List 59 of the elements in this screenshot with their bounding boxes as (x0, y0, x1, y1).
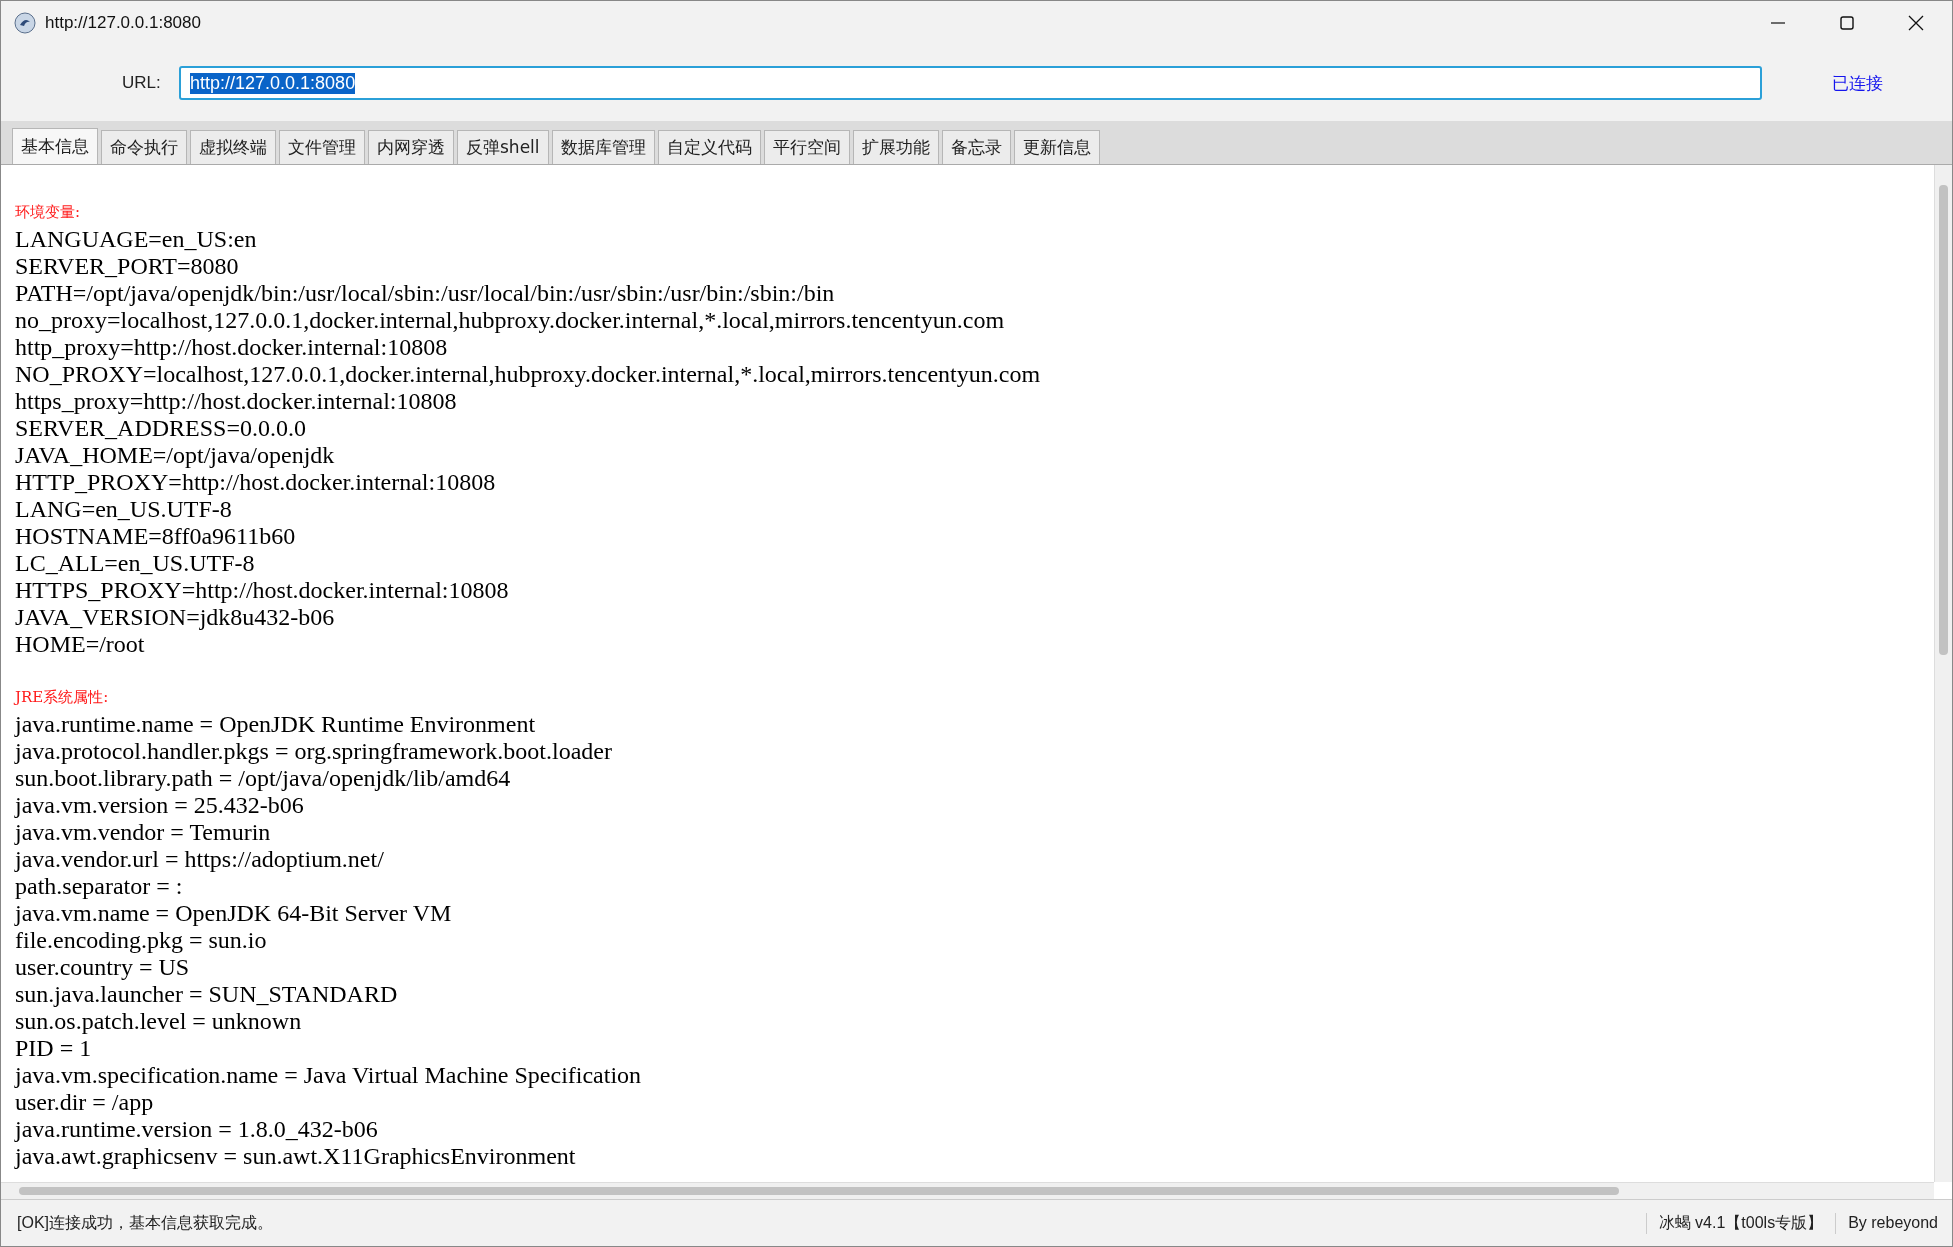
tab[interactable]: 平行空间 (763, 130, 850, 164)
info-line: NO_PROXY=localhost,127.0.0.1,docker.internal,hubproxy.docker.internal,*.local,mirrors.tencentyun.com (15, 361, 1042, 388)
tab[interactable]: 文件管理 (279, 130, 365, 164)
tab[interactable]: 自定义代码 (657, 130, 761, 164)
tab[interactable]: 命令执行 (101, 130, 187, 164)
tab[interactable]: 基本信息 (12, 128, 98, 164)
info-line: java.vendor.url = https://adoptium.net/ (15, 846, 385, 873)
info-line: java.runtime.version = 1.8.0_432-b06 (15, 1116, 379, 1143)
tab[interactable]: 内网穿透 (368, 130, 454, 164)
vertical-scrollbar[interactable] (1934, 165, 1952, 1182)
info-line: LANGUAGE=en_US:en (15, 226, 258, 253)
info-line: sun.boot.library.path = /opt/java/openjdk/lib/amd64 (15, 765, 512, 792)
info-line: HOSTNAME=8ff0a9611b60 (15, 523, 297, 550)
info-line: user.country = US (15, 954, 191, 981)
url-label: URL: (122, 73, 162, 93)
info-line: http_proxy=http://host.docker.internal:10808 (15, 334, 449, 361)
info-line: path.separator = : (15, 873, 184, 900)
info-line: PATH=/opt/java/openjdk/bin:/usr/local/sbin:/usr/local/bin:/usr/sbin:/usr/bin:/sbin:/bin (15, 280, 836, 307)
version-label: 冰蝎 v4.1【t00ls专版】 (1645, 1212, 1837, 1234)
info-line: java.vm.vendor = Temurin (15, 819, 272, 846)
info-line: user.dir = /app (15, 1089, 155, 1116)
info-line: no_proxy=localhost,127.0.0.1,docker.internal,hubproxy.docker.internal,*.local,mirrors.tencentyun.com (15, 307, 1006, 334)
tab[interactable]: 扩展功能 (852, 130, 939, 164)
info-line: PID = 1 (15, 1035, 93, 1062)
info-line: sun.java.launcher = SUN_STANDARD (15, 981, 399, 1008)
section-heading: JRE系统属性: (15, 687, 110, 708)
info-line: HTTP_PROXY=http://host.docker.internal:10808 (15, 469, 497, 496)
info-line: LC_ALL=en_US.UTF-8 (15, 550, 256, 577)
app-icon (14, 12, 36, 34)
info-line: java.runtime.name = OpenJDK Runtime Environment (15, 711, 537, 738)
info-line: LANG=en_US.UTF-8 (15, 496, 233, 523)
info-line: java.protocol.handler.pkgs = org.springframework.boot.loader (15, 738, 613, 765)
author-label: By rebeyond (1847, 1214, 1939, 1232)
close-icon[interactable] (1908, 15, 1924, 31)
tab[interactable]: 更新信息 (1013, 130, 1100, 164)
connection-status: 已连接 (1832, 72, 1883, 95)
info-line: java.vm.version = 25.432-b06 (15, 792, 305, 819)
tab[interactable]: 虚拟终端 (190, 130, 276, 164)
info-line: SERVER_PORT=8080 (15, 253, 240, 280)
info-line: https_proxy=http://host.docker.internal:10808 (15, 388, 458, 415)
url-field[interactable]: http://127.0.0.1:8080 (179, 66, 1762, 100)
info-line: sun.os.patch.level = unknown (15, 1008, 303, 1035)
section-heading: 环境变量: (15, 202, 82, 223)
info-line: JAVA_HOME=/opt/java/openjdk (15, 442, 336, 469)
info-line: file.encoding.pkg = sun.io (15, 927, 268, 954)
info-line: java.vm.specification.name = Java Virtual Machine Specification (15, 1062, 643, 1089)
info-line: HTTPS_PROXY=http://host.docker.internal:10808 (15, 577, 510, 604)
info-line: java.vm.name = OpenJDK 64-Bit Server VM (15, 900, 453, 927)
info-line: SERVER_ADDRESS=0.0.0.0 (15, 415, 307, 442)
window-title: http://127.0.0.1:8080 (45, 13, 201, 33)
tab[interactable]: 备忘录 (941, 130, 1011, 164)
tab[interactable]: 反弹shell (457, 130, 549, 164)
maximize-icon[interactable] (1839, 15, 1855, 31)
info-line: JAVA_VERSION=jdk8u432-b06 (15, 604, 336, 631)
status-message: [OK]连接成功，基本信息获取完成。 (17, 1212, 273, 1233)
tab[interactable]: 数据库管理 (551, 130, 655, 164)
info-line: HOME=/root (15, 631, 146, 658)
info-line: java.awt.graphicsenv = sun.awt.X11GraphicsEnvironment (15, 1143, 577, 1170)
horizontal-scrollbar[interactable] (1, 1182, 1934, 1199)
